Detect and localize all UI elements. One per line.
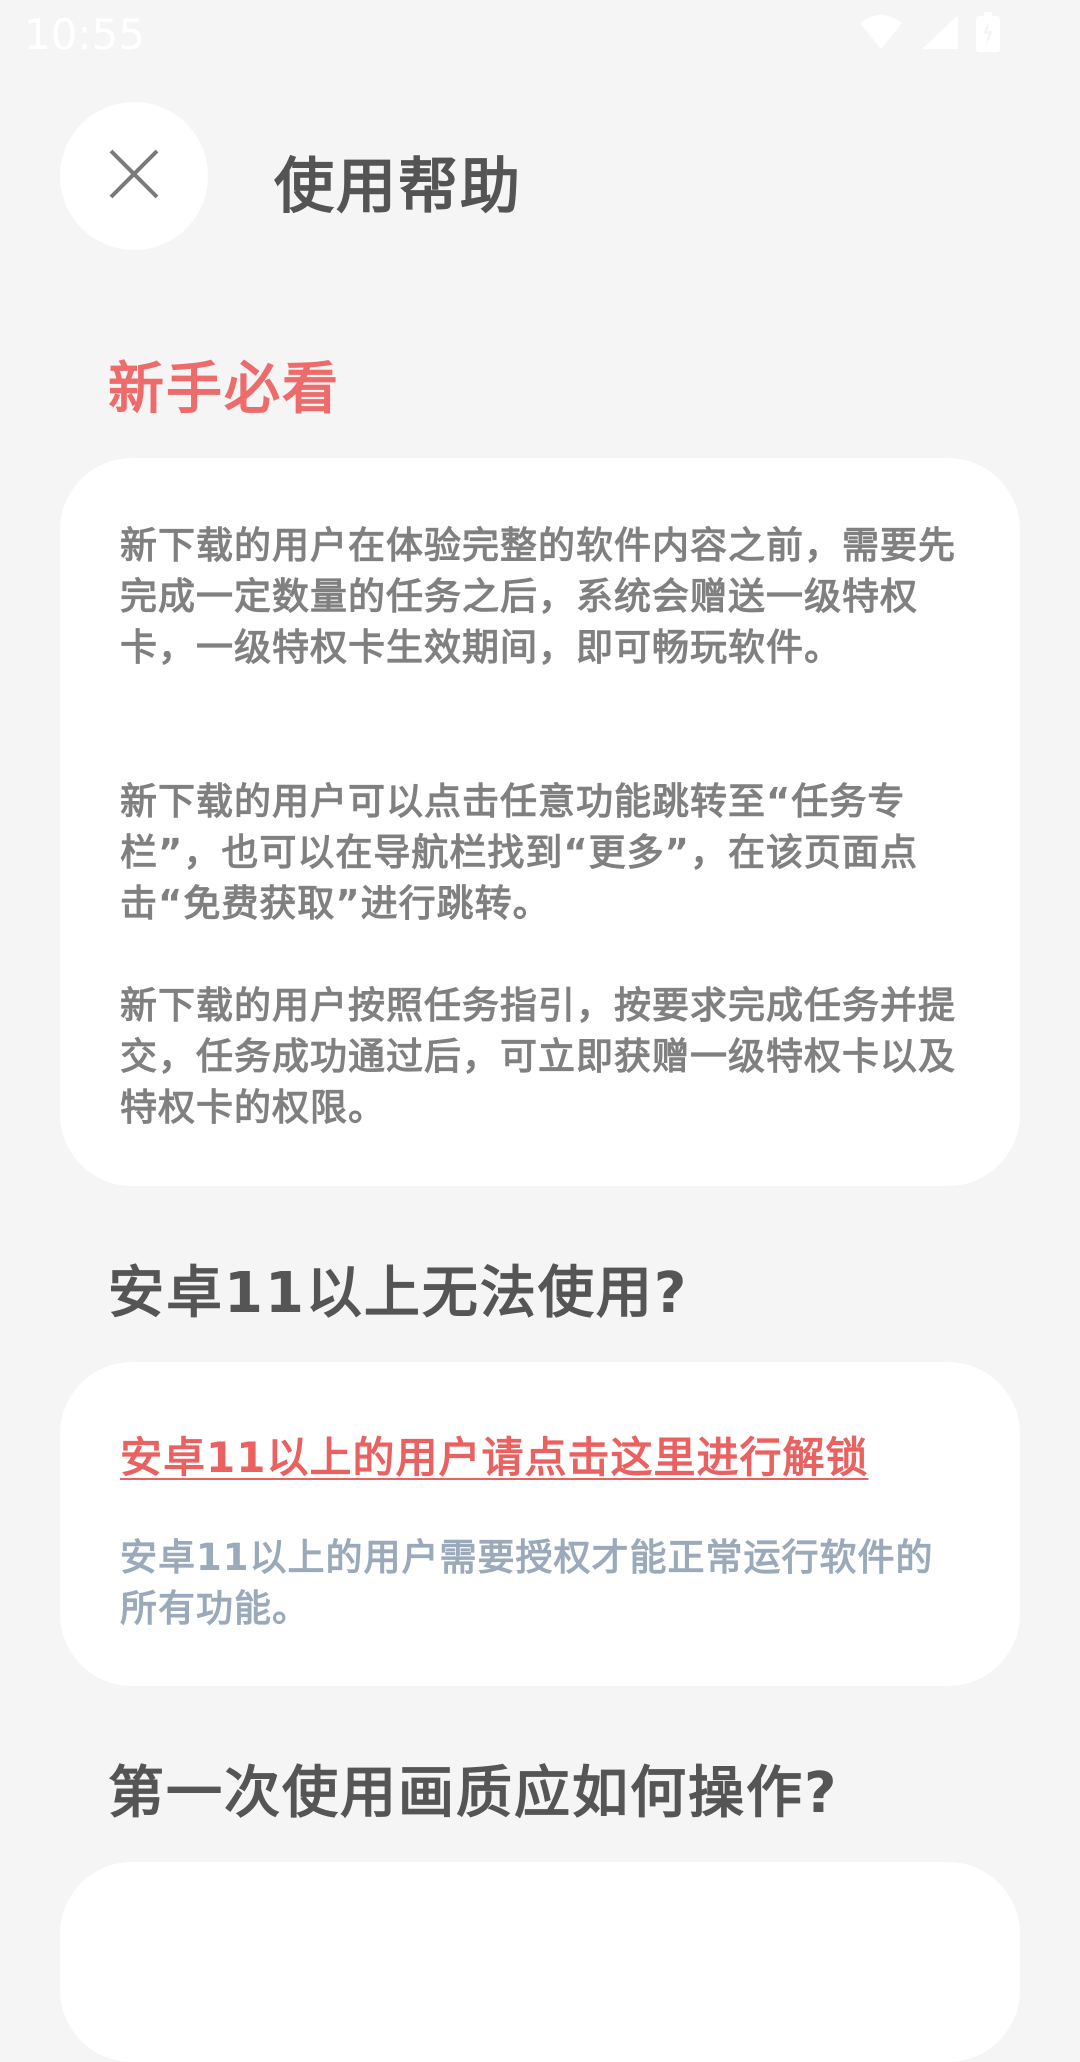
newbie-card: 新下载的用户在体验完整的软件内容之前，需要先完成一定数量的任务之后，系统会赠送一… (60, 458, 1020, 1186)
signal-icon (920, 13, 960, 55)
first-use-card (60, 1862, 1020, 2062)
page-title: 使用帮助 (274, 152, 522, 222)
close-button[interactable] (60, 102, 208, 250)
battery-icon (976, 12, 1000, 56)
newbie-paragraph-3: 新下载的用户按照任务指引，按要求完成任务并提交，任务成功通过后，可立即获赠一级特… (120, 984, 956, 1129)
status-icons (858, 12, 1000, 56)
section-title-android11: 安卓11以上无法使用? (108, 1261, 689, 1326)
close-icon (108, 148, 160, 204)
status-time: 10:55 (24, 10, 146, 59)
status-bar: 10:55 (0, 0, 1080, 72)
section-title-newbie: 新手必看 (108, 357, 340, 422)
android11-card: 安卓11以上的用户请点击这里进行解锁 安卓11以上的用户需要授权才能正常运行软件… (60, 1362, 1020, 1686)
newbie-paragraph-2: 新下载的用户可以点击任意功能跳转至“任务专栏”，也可以在导航栏找到“更多”，在该… (120, 780, 918, 925)
newbie-paragraph-1: 新下载的用户在体验完整的软件内容之前，需要先完成一定数量的任务之后，系统会赠送一… (120, 524, 956, 669)
section-title-first-use: 第一次使用画质应如何操作? (108, 1761, 839, 1826)
android11-note: 安卓11以上的用户需要授权才能正常运行软件的所有功能。 (120, 1536, 934, 1630)
wifi-icon (858, 13, 904, 55)
unlock-link[interactable]: 安卓11以上的用户请点击这里进行解锁 (120, 1424, 980, 1485)
